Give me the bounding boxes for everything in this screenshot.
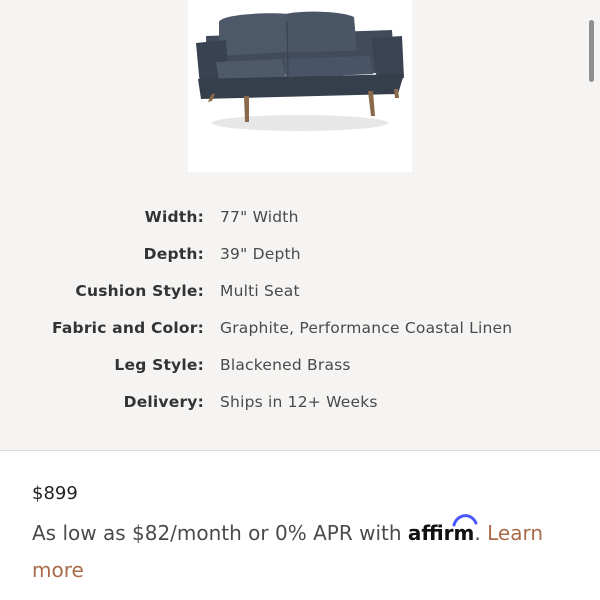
product-price: $899 <box>32 483 78 504</box>
spec-label: Fabric and Color: <box>52 319 204 337</box>
spec-row-width: Width: 77" Width <box>0 200 600 237</box>
spec-value: Blackened Brass <box>220 356 351 374</box>
spec-label: Cushion Style: <box>75 282 204 300</box>
spec-row-depth: Depth: 39" Depth <box>0 237 600 274</box>
vertical-scrollbar[interactable] <box>589 20 594 82</box>
sofa-image <box>196 11 404 131</box>
affirm-arc-icon <box>452 514 478 527</box>
spec-label: Leg Style: <box>114 356 204 374</box>
spec-row-cushion-style: Cushion Style: Multi Seat <box>0 274 600 311</box>
financing-prefix: As low as $82/month or 0% APR with <box>32 521 402 545</box>
spec-value: Graphite, Performance Coastal Linen <box>220 319 513 337</box>
purchase-panel: $899 As low as $82/month or 0% APR with … <box>0 450 600 600</box>
spec-label: Depth: <box>143 245 204 263</box>
product-specs: Width: 77" Width Depth: 39" Depth Cushio… <box>0 200 600 422</box>
spec-value: 39" Depth <box>220 245 301 263</box>
spec-value: 77" Width <box>220 208 299 226</box>
financing-message: As low as $82/month or 0% APR with affir… <box>32 514 572 589</box>
product-image-card[interactable] <box>188 0 412 172</box>
spec-row-delivery: Delivery: Ships in 12+ Weeks <box>0 385 600 422</box>
affirm-logo: affirm <box>408 514 478 552</box>
spec-row-fabric-color: Fabric and Color: Graphite, Performance … <box>0 311 600 348</box>
spec-label: Width: <box>144 208 204 226</box>
spec-row-leg-style: Leg Style: Blackened Brass <box>0 348 600 385</box>
spec-label: Delivery: <box>123 393 204 411</box>
spec-value: Multi Seat <box>220 282 300 300</box>
product-detail-page: Width: 77" Width Depth: 39" Depth Cushio… <box>0 0 600 600</box>
spec-value: Ships in 12+ Weeks <box>220 393 378 411</box>
